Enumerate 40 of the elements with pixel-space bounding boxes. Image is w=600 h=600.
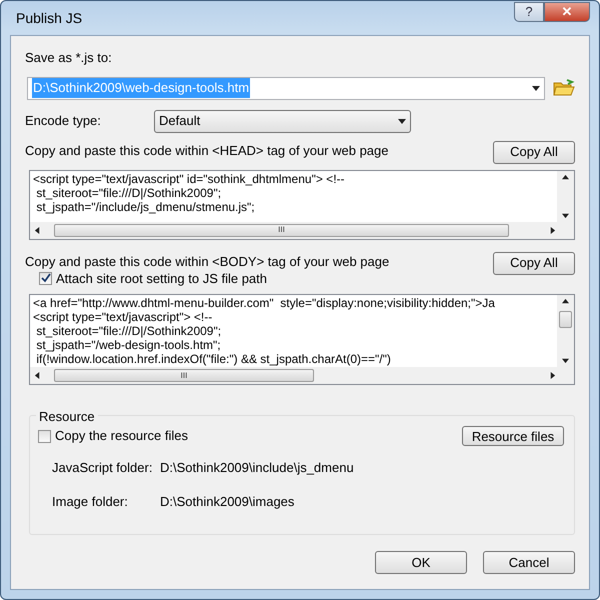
- vertical-scrollbar[interactable]: [557, 170, 574, 222]
- field-label: Encode type:: [25, 112, 102, 130]
- scroll-down-icon[interactable]: [562, 357, 569, 364]
- vertical-scrollbar[interactable]: [557, 295, 574, 367]
- scroll-up-icon[interactable]: [562, 298, 569, 305]
- scroll-down-icon[interactable]: [562, 212, 569, 218]
- encode-select[interactable]: Default: [154, 110, 411, 132]
- checkbox-label: Copy the resource files: [55, 427, 188, 446]
- folder-icon[interactable]: [553, 79, 575, 97]
- ok-button[interactable]: OK: [375, 551, 467, 574]
- dropdown-caret-icon[interactable]: [532, 84, 540, 92]
- scroll-right-icon[interactable]: [549, 226, 556, 234]
- horizontal-scrollbar[interactable]: III: [30, 367, 574, 384]
- dropdown-caret-icon[interactable]: [398, 117, 406, 125]
- folder-path: D:\Sothink2009\images: [160, 492, 294, 511]
- checkbox[interactable]: [38, 430, 51, 442]
- window-title: Publish JS: [15, 8, 84, 28]
- checkbox[interactable]: [39, 272, 52, 285]
- code-text: <a href="http://www.dhtml-menu-builder.com" style="display:none;visibility:hidden;">Ja <script type="text/javascript"> <!-- st_siteroot="file:///D|/Sothink2009"; st_jspath="/web-design-tools.htm"; if(!window.location.href.indexOf("file:") && st_jspath.charAt(0)=="/"): [32, 295, 496, 367]
- horizontal-scrollbar[interactable]: III: [30, 222, 574, 238]
- scroll-thumb[interactable]: [559, 311, 572, 328]
- code-box[interactable]: [29, 294, 575, 385]
- folder-path: D:\Sothink2009\include\js_dmenu: [160, 459, 354, 477]
- scroll-up-icon[interactable]: [562, 174, 569, 180]
- scroll-left-icon[interactable]: [34, 372, 41, 379]
- section-label: Copy and paste this code within <HEAD> tag of your web page: [25, 142, 388, 160]
- field-label: Save as *.js to:: [25, 49, 113, 67]
- folder-label: Image folder:: [52, 492, 129, 511]
- scroll-right-icon[interactable]: [549, 372, 556, 379]
- copy-all-button[interactable]: Copy All: [493, 140, 575, 164]
- resource-files-button[interactable]: Resource files: [462, 426, 564, 446]
- copy-all-button[interactable]: Copy All: [493, 252, 575, 274]
- checkbox-label: Attach site root setting to JS file path: [56, 270, 268, 288]
- section-label: Copy and paste this code within <BODY> tag of your web page: [25, 252, 390, 271]
- cancel-button[interactable]: Cancel: [483, 551, 575, 574]
- scroll-left-icon[interactable]: [34, 226, 41, 234]
- folder-label: JavaScript folder:: [52, 459, 154, 477]
- code-box[interactable]: <script type="text/javascript" id="sothink_dhtmlmenu"> <!-- st_siteroot="file:///D|/Sothink2009"; st_jspath="/include/js_dmenu/stmenu.js"; III: [29, 170, 575, 240]
- code-text: <script type="text/javascript" id="sothink_dhtmlmenu"> <!-- st_siteroot="file:///D|/Sothink2009"; st_jspath="/include/js_dmenu/stmenu.js";: [32, 170, 346, 216]
- help-button[interactable]: ?: [514, 2, 544, 22]
